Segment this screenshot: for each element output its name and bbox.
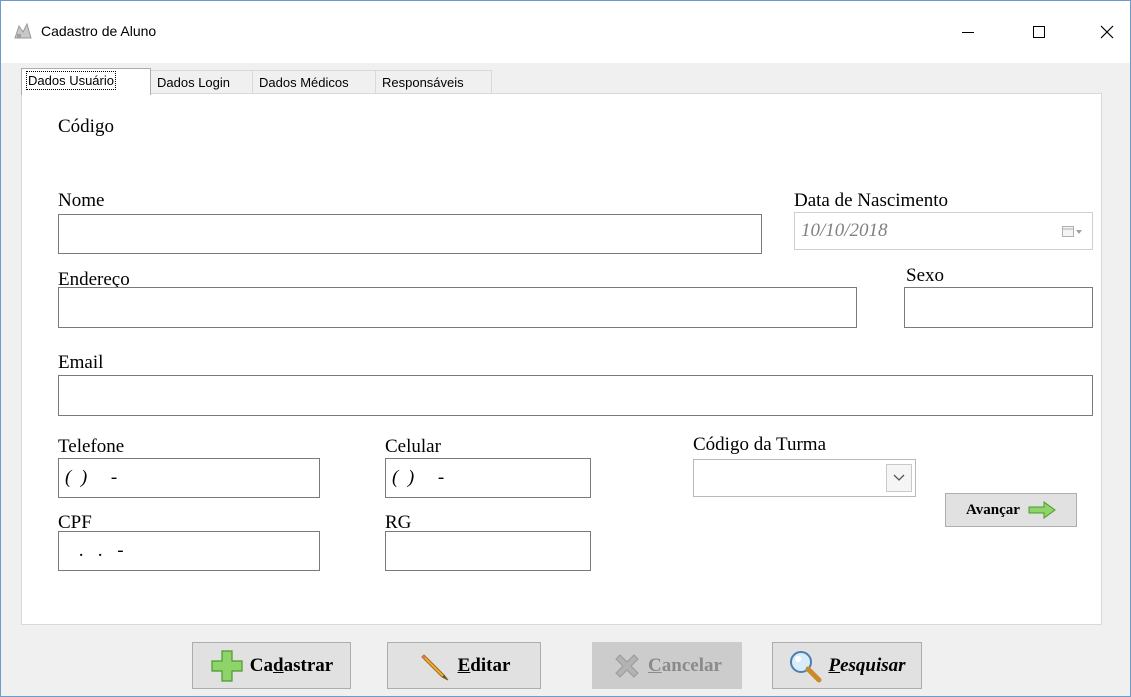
codigo-turma-select[interactable]: [693, 459, 916, 497]
nome-label: Nome: [58, 190, 105, 211]
accelerator-key: P: [828, 654, 841, 676]
tab-label: Dados Usuário: [26, 71, 116, 90]
cadastrar-button[interactable]: Cadastrar: [192, 642, 351, 689]
label-part: ditar: [470, 654, 511, 676]
plus-icon: [211, 649, 243, 682]
cpf-input[interactable]: [59, 532, 319, 570]
label-part: Ca: [249, 654, 274, 676]
cancelar-label: Cancelar: [648, 655, 722, 677]
codigo-turma-dropdown-button[interactable]: [886, 464, 912, 492]
email-input[interactable]: [59, 376, 1092, 415]
label-part: esquisar: [840, 654, 906, 676]
rg-input[interactable]: [386, 532, 590, 570]
magnifier-icon: [790, 650, 822, 682]
accelerator-key: d: [273, 654, 284, 676]
telefone-input[interactable]: [59, 459, 319, 497]
endereco-field[interactable]: [58, 287, 857, 328]
maximize-icon: [1033, 26, 1045, 38]
tab-dados-login[interactable]: Dados Login: [150, 70, 253, 94]
tab-responsaveis[interactable]: Responsáveis: [375, 70, 492, 94]
editar-button[interactable]: Editar: [387, 642, 541, 689]
codigo-turma-label: Código da Turma: [693, 434, 827, 455]
minimize-icon: [962, 32, 974, 33]
editar-label: Editar: [458, 655, 511, 677]
cadastrar-label: Cadastrar: [250, 655, 333, 677]
pesquisar-label: Pesquisar: [828, 655, 905, 677]
accelerator-key: E: [457, 654, 471, 676]
rg-field[interactable]: [385, 531, 591, 571]
tab-label: Responsáveis: [382, 75, 464, 90]
tab-dados-usuario[interactable]: Dados Usuário: [21, 68, 151, 95]
nome-field[interactable]: [58, 214, 762, 254]
chevron-down-icon: [893, 474, 905, 481]
nome-input[interactable]: [59, 215, 761, 253]
title-bar[interactable]: Cadastro de Aluno: [1, 1, 1130, 63]
arrow-right-icon: [1028, 501, 1056, 519]
data-nascimento-picker[interactable]: [794, 212, 1093, 250]
tab-label: Dados Médicos: [259, 75, 349, 90]
endereco-input[interactable]: [59, 288, 856, 327]
avancar-label: Avançar: [966, 501, 1020, 518]
celular-input[interactable]: [386, 459, 590, 497]
telefone-label: Telefone: [58, 436, 125, 457]
close-icon: [1100, 25, 1114, 39]
label-part: ancelar: [661, 654, 722, 676]
label-part: astrar: [283, 654, 334, 676]
celular-label: Celular: [385, 436, 441, 457]
tab-label: Dados Login: [157, 75, 230, 90]
sexo-label: Sexo: [906, 265, 944, 286]
data-nascimento-input[interactable]: [795, 213, 1092, 249]
avancar-button[interactable]: Avançar: [945, 493, 1077, 527]
cpf-field[interactable]: [58, 531, 320, 571]
tab-panel-dados-usuario: Código Nome Data de Nascimento Endereço …: [21, 93, 1102, 625]
email-field[interactable]: [58, 375, 1093, 416]
maximize-button[interactable]: [1016, 15, 1062, 49]
sexo-input[interactable]: [905, 288, 1092, 327]
x-icon: [615, 653, 639, 678]
pesquisar-button[interactable]: Pesquisar: [772, 642, 922, 689]
accelerator-key: C: [648, 654, 662, 676]
pencil-icon: [420, 653, 448, 680]
minimize-button[interactable]: [945, 15, 991, 49]
tab-dados-medicos[interactable]: Dados Médicos: [252, 70, 376, 94]
celular-field[interactable]: [385, 458, 591, 498]
telefone-field[interactable]: [58, 458, 320, 498]
window-title: Cadastro de Aluno: [41, 23, 157, 39]
email-label: Email: [58, 352, 104, 373]
close-button[interactable]: [1084, 15, 1130, 49]
cancelar-button[interactable]: Cancelar: [592, 642, 742, 689]
data-nascimento-label: Data de Nascimento: [794, 190, 949, 211]
app-icon: [13, 22, 33, 40]
calendar-dropdown-icon[interactable]: [1062, 225, 1082, 243]
main-window: Cadastro de Aluno Dados Usuário Dados Lo…: [0, 0, 1131, 697]
sexo-field[interactable]: [904, 287, 1093, 328]
codigo-label: Código: [58, 116, 114, 137]
